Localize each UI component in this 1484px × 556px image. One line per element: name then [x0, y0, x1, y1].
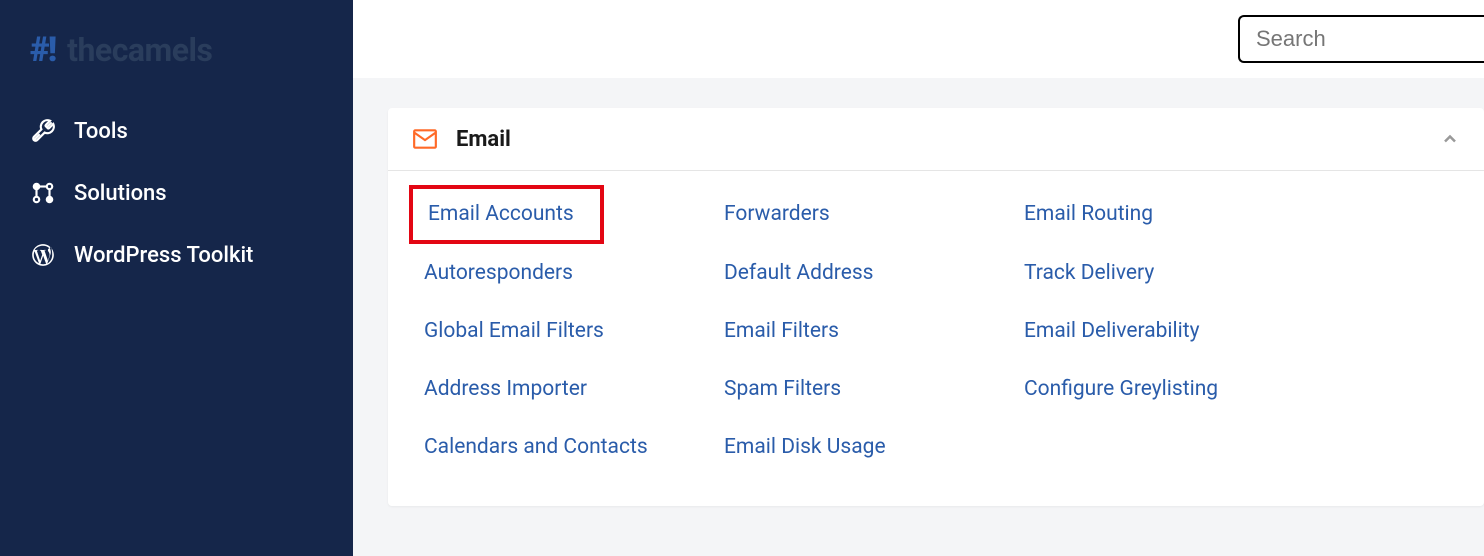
sidebar-item-solutions[interactable]: Solutions [0, 162, 353, 224]
panel-title: Email [456, 127, 1440, 152]
link-email-disk-usage[interactable]: Email Disk Usage [724, 418, 886, 476]
link-track-delivery[interactable]: Track Delivery [1024, 244, 1154, 302]
tools-icon [30, 118, 56, 144]
content: Email Email Accounts Forwarders Email Ro… [353, 78, 1484, 506]
link-global-email-filters[interactable]: Global Email Filters [424, 302, 604, 360]
main-area: Email Email Accounts Forwarders Email Ro… [353, 0, 1484, 556]
link-email-deliverability[interactable]: Email Deliverability [1024, 302, 1200, 360]
email-panel-header[interactable]: Email [388, 108, 1484, 171]
search-input[interactable] [1238, 15, 1484, 63]
link-address-importer[interactable]: Address Importer [424, 360, 587, 418]
link-autoresponders[interactable]: Autoresponders [424, 244, 573, 302]
sidebar-item-label: Tools [74, 119, 128, 144]
link-default-address[interactable]: Default Address [724, 244, 874, 302]
link-email-routing[interactable]: Email Routing [1024, 185, 1153, 243]
email-panel: Email Email Accounts Forwarders Email Ro… [388, 108, 1484, 506]
link-calendars-contacts[interactable]: Calendars and Contacts [424, 418, 648, 476]
link-email-filters[interactable]: Email Filters [724, 302, 839, 360]
chevron-up-icon [1440, 129, 1460, 149]
link-forwarders[interactable]: Forwarders [724, 185, 830, 243]
logo-text: thecamels [67, 31, 212, 69]
panel-body: Email Accounts Forwarders Email Routing … [388, 171, 1484, 506]
email-icon [412, 126, 438, 152]
sidebar-item-label: Solutions [74, 181, 167, 206]
link-spam-filters[interactable]: Spam Filters [724, 360, 841, 418]
sidebar-item-label: WordPress Toolkit [74, 243, 253, 268]
logo-mark: #! [30, 30, 55, 70]
logo[interactable]: #! thecamels [0, 20, 353, 100]
link-email-accounts[interactable]: Email Accounts [409, 185, 604, 244]
wordpress-icon [30, 242, 56, 268]
topbar [353, 0, 1484, 78]
sidebar: #! thecamels Tools Soluti [0, 0, 353, 556]
solutions-icon [30, 180, 56, 206]
link-configure-greylisting[interactable]: Configure Greylisting [1024, 360, 1218, 418]
sidebar-item-wordpress[interactable]: WordPress Toolkit [0, 224, 353, 286]
sidebar-item-tools[interactable]: Tools [0, 100, 353, 162]
